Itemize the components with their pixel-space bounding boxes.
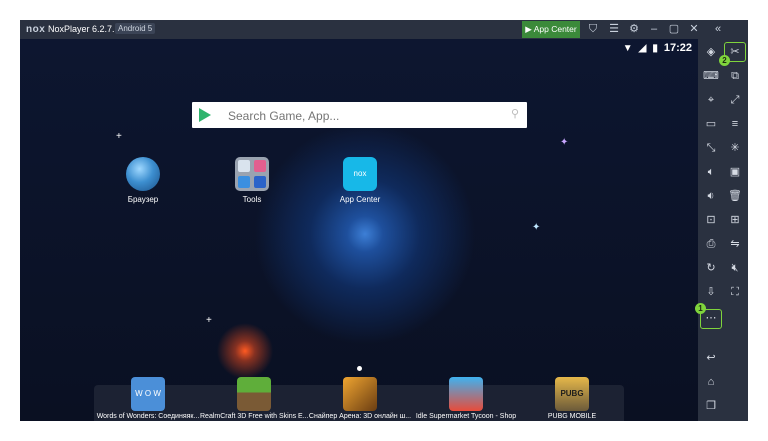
signal-icon: ◢ xyxy=(638,43,647,54)
sidebar-expand-icon[interactable]: ◈ xyxy=(701,43,721,61)
shake-icon[interactable]: ✳ xyxy=(725,139,745,157)
clock: 17:22 xyxy=(663,42,692,54)
printer-icon[interactable]: ⎙ xyxy=(701,235,721,253)
nox-sidebar: ◈ ✂ 2 ⌨ ⧉ ⌖ ⤢ ▭ ≡ ⤡ ✳ 🔈︎ ▣ 🔉︎ 🗑︎ ⊡ ⊞ ⎙ ⇋… xyxy=(695,39,748,421)
back-icon[interactable]: ↩ xyxy=(701,349,721,367)
annotation-badge-1: 1 xyxy=(695,303,706,314)
idle-supermarket-icon xyxy=(449,377,483,411)
desktop-icon-app-center[interactable]: nox App Center xyxy=(325,157,395,204)
dock-app-label: Снайпер Арена: 3D онлайн ш... xyxy=(308,413,412,420)
star-decoration: + xyxy=(116,131,122,142)
screen-icon[interactable]: ▭ xyxy=(701,115,721,133)
desktop-icon-label: App Center xyxy=(339,195,381,204)
home-icon[interactable]: ⌂ xyxy=(701,373,721,391)
recent-apps-icon[interactable]: ❐ xyxy=(701,397,721,415)
pubg-icon: PUBG xyxy=(555,377,589,411)
location-icon[interactable]: ⌖ xyxy=(701,91,721,109)
search-input[interactable] xyxy=(226,105,500,127)
dock-app-label: Words of Wonders: Соединяяк... xyxy=(96,413,200,420)
screenshot-icon[interactable]: ⊡ xyxy=(701,211,721,229)
search-bar[interactable]: ⚲ xyxy=(192,102,527,128)
google-play-icon xyxy=(199,108,211,122)
video-record-icon[interactable]: ▣ xyxy=(725,163,745,181)
sync-icon[interactable]: ⇋ xyxy=(725,235,745,253)
nox-app-center-icon: nox xyxy=(343,157,377,191)
annotation-badge-2: 2 xyxy=(719,55,730,66)
star-decoration: + xyxy=(206,315,212,326)
dock-app[interactable]: Снайпер Арена: 3D онлайн ш... xyxy=(306,377,414,420)
play-icon: ▶ xyxy=(525,24,534,34)
volume-down-icon[interactable]: 🔉︎ xyxy=(701,187,721,205)
words-of-wonders-icon: W O W xyxy=(131,377,165,411)
star-decoration: ✦ xyxy=(532,222,541,233)
star-decoration: ✦ xyxy=(560,137,569,148)
app-dock: W O W Words of Wonders: Соединяяк... Rea… xyxy=(94,377,624,421)
app-center-button[interactable]: ▶ App Center xyxy=(522,21,580,38)
keyboard-icon[interactable]: ⌨ xyxy=(701,67,721,85)
settings-icon[interactable]: ⚙ xyxy=(626,22,642,37)
multi-instance-icon[interactable]: ⧉ xyxy=(725,67,745,85)
resize-icon[interactable]: ⤡ xyxy=(701,139,721,157)
fullscreen-icon[interactable]: ⤢ xyxy=(725,91,745,109)
apk-install-icon[interactable]: ⊞ xyxy=(725,211,745,229)
title-bar: nox NoxPlayer 6.2.7.1 Android 5 ▶ App Ce… xyxy=(20,20,748,39)
collapse-sidebar-icon[interactable]: « xyxy=(710,22,726,37)
close-icon[interactable]: ✕ xyxy=(686,22,702,37)
android-version-badge: Android 5 xyxy=(115,23,156,34)
trash-icon[interactable]: 🗑︎ xyxy=(725,187,745,205)
dock-app[interactable]: W O W Words of Wonders: Соединяяк... xyxy=(94,377,202,420)
dock-app[interactable]: Idle Supermarket Tycoon - Shop xyxy=(412,377,520,420)
shirt-icon[interactable]: ⛉ xyxy=(585,22,601,37)
maximize-icon[interactable]: ▢ xyxy=(666,22,682,37)
desktop-icon-label: Браузер xyxy=(127,195,159,204)
dock-app-label: PUBG MOBILE xyxy=(547,413,597,420)
globe-icon xyxy=(126,157,160,191)
minimize-icon[interactable]: – xyxy=(646,22,662,37)
desktop-icon-browser[interactable]: Браузер xyxy=(108,157,178,204)
expand-frame-icon[interactable]: ⛶ xyxy=(725,283,745,301)
folder-icon xyxy=(235,157,269,191)
more-menu-icon[interactable]: ≡ xyxy=(725,115,745,133)
refresh-icon[interactable]: ↻ xyxy=(701,259,721,277)
battery-icon: ▮ xyxy=(652,43,658,54)
page-indicator-dot xyxy=(357,366,362,371)
desktop-icon-label: Tools xyxy=(242,195,262,204)
desktop-icon-tools[interactable]: Tools xyxy=(217,157,287,204)
wifi-icon: ▼ xyxy=(622,43,633,54)
nox-window: nox NoxPlayer 6.2.7.1 Android 5 ▶ App Ce… xyxy=(20,20,748,421)
volume-up-icon[interactable]: 🔈︎ xyxy=(701,163,721,181)
dock-app[interactable]: RealmCraft 3D Free with Skins E... xyxy=(200,377,308,420)
mute-icon[interactable]: 🔇︎ xyxy=(725,259,745,277)
status-bar: ▼ ◢ ▮ 17:22 xyxy=(623,42,692,54)
import-icon[interactable]: ⇩ xyxy=(701,283,721,301)
realmcraft-icon xyxy=(237,377,271,411)
dock-app-label: Idle Supermarket Tycoon - Shop xyxy=(415,413,517,420)
nox-logo: nox xyxy=(26,24,46,35)
window-title: NoxPlayer 6.2.7.1 xyxy=(48,24,120,34)
dock-app[interactable]: PUBG PUBG MOBILE xyxy=(518,377,626,420)
android-screen[interactable]: ▼◢▮17:22 + + ✦ ✦ ⚲ Браузер Tools nox App xyxy=(20,39,698,421)
menu-icon[interactable]: ☰ xyxy=(606,22,622,37)
sniper-arena-icon xyxy=(343,377,377,411)
search-icon[interactable]: ⚲ xyxy=(511,107,519,120)
dock-app-label: RealmCraft 3D Free with Skins E... xyxy=(200,413,308,420)
